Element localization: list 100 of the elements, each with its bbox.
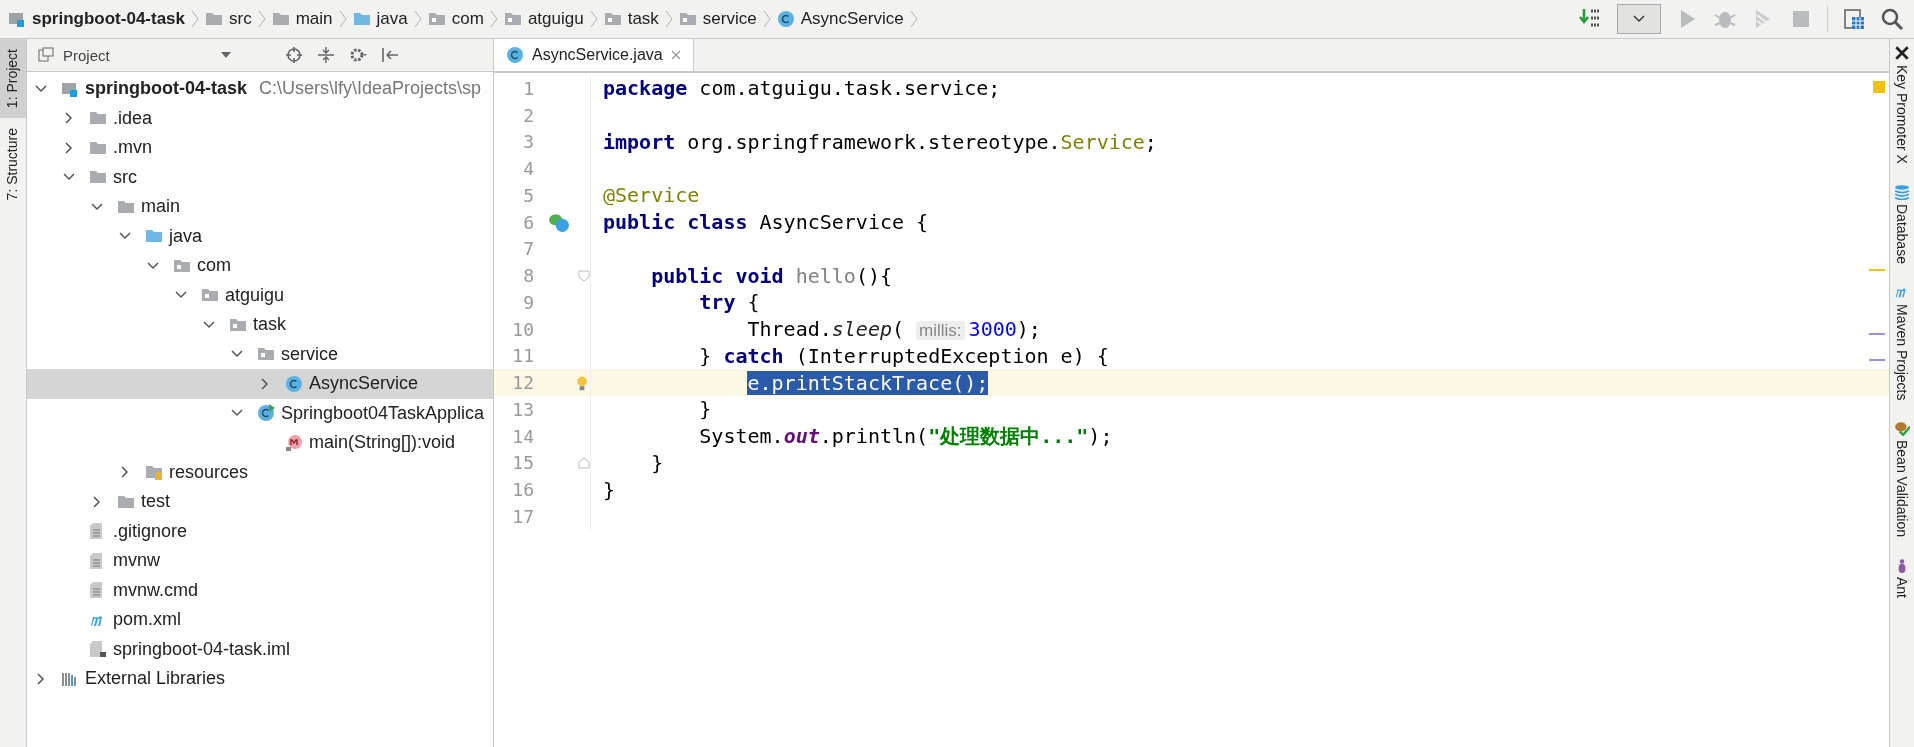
line-number: 1 bbox=[522, 77, 534, 99]
code-line: System.out.println("处理数据中..."); bbox=[699, 422, 1113, 450]
line-number: 7 bbox=[522, 238, 534, 260]
breadcrumb-item[interactable]: com bbox=[427, 9, 484, 29]
tool-window-tab[interactable]: Key Promoter X bbox=[1890, 39, 1914, 164]
code-line: import org.springframework.stereotype.Service; bbox=[603, 129, 1157, 154]
method-icon bbox=[285, 433, 303, 452]
tree-item[interactable]: springboot-04-task.iml bbox=[27, 634, 493, 664]
chevron-icon bbox=[413, 9, 422, 29]
collapse-icon[interactable] bbox=[317, 46, 335, 64]
tool-window-tab[interactable]: Bean Validation bbox=[1890, 414, 1914, 538]
tool-window-tab[interactable]: Maven Projects bbox=[1890, 277, 1914, 401]
code-line: @Service bbox=[603, 183, 700, 208]
line-number: 12 bbox=[511, 372, 534, 394]
breadcrumb-item[interactable]: main bbox=[271, 9, 333, 29]
chevron-icon bbox=[191, 9, 200, 29]
code-line: } catch (InterruptedException e) { bbox=[699, 343, 1109, 368]
spring-class-icon bbox=[257, 404, 275, 423]
tool-window-tab[interactable]: Ant bbox=[1890, 551, 1914, 599]
tree-item[interactable]: .gitignore bbox=[27, 516, 493, 546]
breadcrumb-item[interactable]: task bbox=[603, 9, 659, 29]
project-structure-icon[interactable] bbox=[1842, 7, 1866, 31]
tree-item[interactable]: service bbox=[27, 339, 493, 369]
chevron-icon[interactable] bbox=[63, 112, 75, 125]
tree-item[interactable]: Springboot04TaskApplica bbox=[27, 398, 493, 428]
tree-item[interactable]: External Libraries bbox=[27, 664, 493, 694]
module-file-icon bbox=[89, 640, 107, 659]
line-number: 8 bbox=[522, 265, 534, 287]
chevron-icon[interactable] bbox=[91, 200, 103, 213]
folder-icon bbox=[271, 10, 290, 28]
package-folder-icon bbox=[678, 10, 697, 28]
line-number: 15 bbox=[511, 452, 534, 474]
package-folder-icon bbox=[503, 10, 522, 28]
line-number: 13 bbox=[511, 398, 534, 420]
chevron-icon[interactable] bbox=[35, 672, 47, 685]
folder-icon bbox=[205, 10, 224, 28]
chevron-icon[interactable] bbox=[91, 495, 103, 508]
database-icon bbox=[1894, 183, 1910, 200]
tool-window-tab[interactable]: 1: Project bbox=[0, 39, 26, 119]
chevron-icon[interactable] bbox=[203, 318, 215, 331]
line-number: 14 bbox=[511, 425, 534, 447]
code-line: package com.atguigu.task.service; bbox=[603, 76, 1001, 101]
line-number: 4 bbox=[522, 158, 534, 180]
chevron-icon[interactable] bbox=[259, 377, 271, 390]
hide-panel-icon[interactable] bbox=[381, 46, 399, 64]
tree-item[interactable]: mvnw.cmd bbox=[27, 575, 493, 605]
package-folder-icon bbox=[603, 10, 622, 28]
tree-item[interactable]: main(String[]):void bbox=[27, 428, 493, 458]
class-icon bbox=[285, 374, 303, 393]
chevron-icon[interactable] bbox=[119, 466, 131, 479]
breadcrumb-item[interactable]: atguigu bbox=[503, 9, 584, 29]
chevron-icon bbox=[257, 9, 266, 29]
tool-window-tab[interactable]: 7: Structure bbox=[0, 118, 26, 211]
close-icon[interactable] bbox=[670, 50, 681, 60]
tree-item[interactable]: mvnw bbox=[27, 546, 493, 576]
settings-icon[interactable] bbox=[349, 46, 367, 64]
tree-item[interactable]: .mvn bbox=[27, 133, 493, 163]
code-line: } bbox=[699, 397, 712, 422]
line-number: 5 bbox=[522, 184, 534, 206]
caret-icon bbox=[1633, 15, 1645, 23]
bean-check-icon bbox=[1894, 420, 1910, 437]
tool-window-tab[interactable]: Database bbox=[1890, 177, 1914, 264]
chevron-icon[interactable] bbox=[63, 141, 75, 154]
tree-item[interactable]: src bbox=[27, 162, 493, 192]
tree-item[interactable]: AsyncService bbox=[27, 369, 493, 399]
chevron-icon[interactable] bbox=[35, 82, 47, 95]
tree-item[interactable]: com bbox=[27, 251, 493, 281]
tree-item[interactable]: main bbox=[27, 192, 493, 222]
line-number: 17 bbox=[511, 505, 534, 527]
panel-title: Project bbox=[63, 46, 111, 64]
breadcrumb-item[interactable]: springboot-04-task bbox=[8, 9, 186, 29]
module-icon bbox=[8, 10, 26, 28]
locate-icon[interactable] bbox=[285, 46, 303, 64]
project-view-icon bbox=[37, 46, 55, 64]
resources-folder-icon bbox=[145, 463, 163, 482]
chevron-icon bbox=[338, 9, 347, 29]
breadcrumb-item[interactable]: java bbox=[352, 9, 408, 29]
code-line: Thread.sleep( millis: 3000); bbox=[747, 317, 1041, 342]
code-line: try { bbox=[699, 290, 760, 315]
breadcrumb-item[interactable]: AsyncService bbox=[776, 9, 904, 29]
chevron-icon bbox=[589, 9, 598, 29]
breadcrumb-item[interactable]: service bbox=[678, 9, 757, 29]
tree-item[interactable]: test bbox=[27, 487, 493, 517]
editor-tab[interactable]: AsyncService.java bbox=[494, 39, 694, 71]
tree-item[interactable]: resources bbox=[27, 457, 493, 487]
class-icon bbox=[776, 10, 795, 28]
line-number: 9 bbox=[522, 291, 534, 313]
search-icon[interactable] bbox=[1880, 7, 1904, 31]
tree-item[interactable]: task bbox=[27, 310, 493, 340]
tree-item[interactable]: atguigu bbox=[27, 280, 493, 310]
tree-item[interactable]: springboot-04-task C:\Users\lfy\IdeaProjects\sp bbox=[27, 74, 493, 104]
chevron-icon bbox=[664, 9, 673, 29]
code-line: } bbox=[651, 450, 664, 475]
breadcrumb-item[interactable]: src bbox=[205, 9, 252, 29]
tree-item[interactable]: pom.xml bbox=[27, 605, 493, 635]
bean-class-icon[interactable] bbox=[548, 211, 570, 234]
chevron-icon[interactable] bbox=[147, 259, 159, 272]
tree-item[interactable]: java bbox=[27, 221, 493, 251]
tree-item[interactable]: .idea bbox=[27, 103, 493, 133]
dropdown-caret-icon[interactable] bbox=[221, 52, 231, 58]
